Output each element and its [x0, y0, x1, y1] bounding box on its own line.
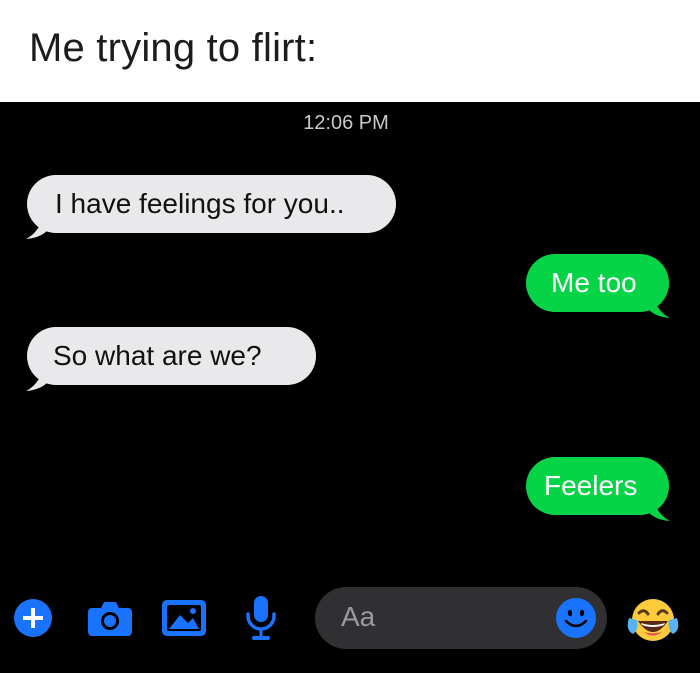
camera-button[interactable]: [88, 600, 132, 641]
message-bubble-outgoing[interactable]: Feelers: [526, 457, 669, 515]
voice-button[interactable]: [244, 596, 278, 647]
chat-screen: 12:06 PM I have feelings for you.. Me to…: [0, 102, 700, 673]
meme-caption: Me trying to flirt:: [29, 26, 318, 70]
message-input-placeholder: Aa: [341, 601, 376, 632]
message-bubble-incoming[interactable]: So what are we?: [27, 327, 316, 385]
message-input[interactable]: Aa: [315, 587, 607, 649]
message-text: I have feelings for you..: [55, 188, 345, 219]
smiley-icon: [556, 598, 596, 638]
gallery-button[interactable]: [162, 600, 206, 641]
message-text: So what are we?: [53, 340, 262, 371]
message-text: Me too: [551, 267, 637, 298]
message-timestamp: 12:06 PM: [303, 112, 389, 134]
message-bubble-incoming[interactable]: I have feelings for you..: [27, 175, 396, 233]
plus-button[interactable]: [14, 599, 52, 642]
message-bubble-outgoing[interactable]: Me too: [526, 254, 669, 312]
emoji-picker-button[interactable]: [556, 598, 596, 643]
plus-icon: [14, 599, 52, 637]
quick-reaction-button[interactable]: [627, 596, 679, 649]
camera-icon: [88, 602, 132, 636]
image-icon: [162, 600, 206, 636]
message-composer: Aa: [0, 582, 700, 662]
microphone-icon: [246, 596, 276, 640]
meme-caption-area: Me trying to flirt:: [0, 0, 700, 102]
laughing-emoji-icon: [627, 599, 679, 641]
message-text: Feelers: [544, 470, 638, 501]
